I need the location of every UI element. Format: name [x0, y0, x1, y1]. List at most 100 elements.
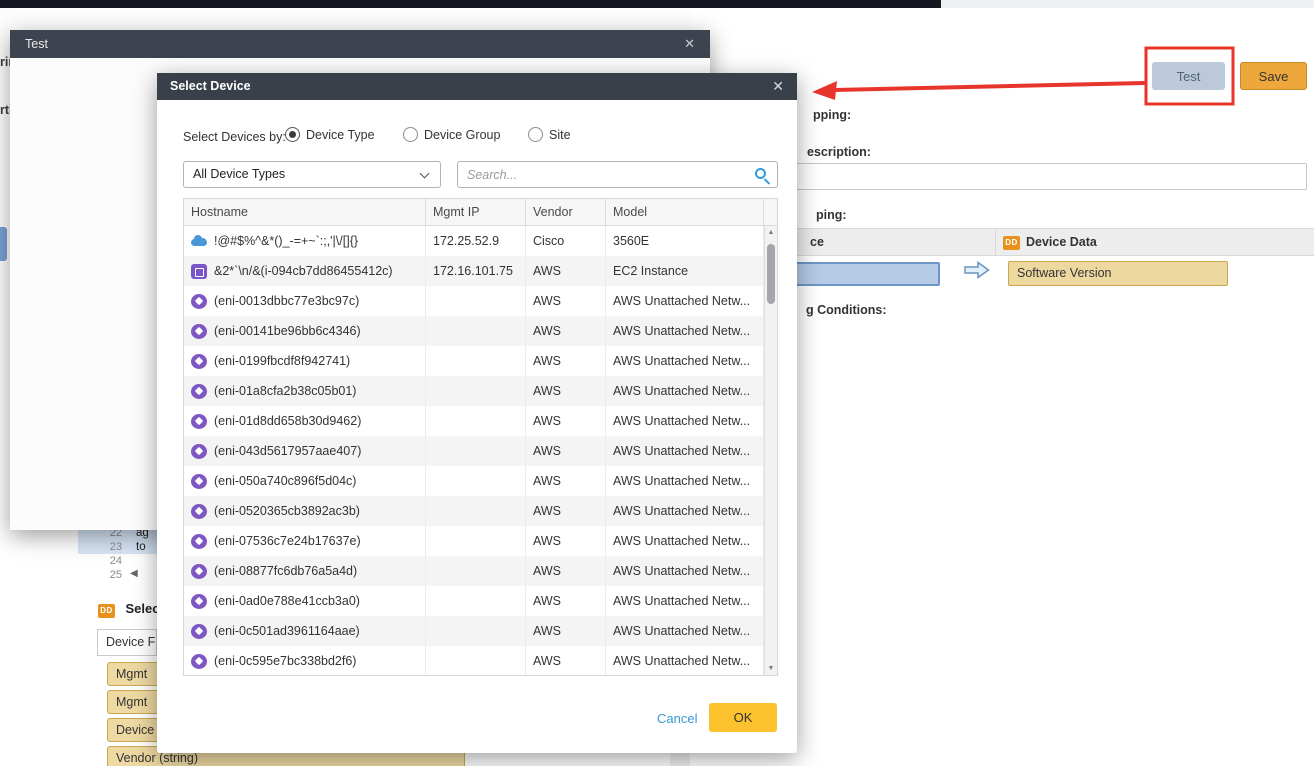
map-arrow-icon [964, 261, 990, 279]
scrollbar-thumb[interactable] [767, 244, 775, 304]
table-row[interactable]: (eni-0c501ad3961164aae) AWS AWS Unattach… [184, 616, 777, 646]
radio-icon [403, 127, 418, 142]
cell-mgmt-ip [426, 466, 526, 496]
cell-hostname: (eni-043d5617957aae407) [184, 436, 426, 466]
cell-mgmt-ip [426, 376, 526, 406]
radio-icon [528, 127, 543, 142]
save-button[interactable]: Save [1240, 62, 1307, 90]
test-button[interactable]: Test [1152, 62, 1225, 90]
cell-hostname: (eni-0ad0e788e41ccb3a0) [184, 586, 426, 616]
device-data-badge: DD [98, 604, 115, 618]
close-icon[interactable]: ✕ [684, 30, 695, 58]
cell-vendor: AWS [526, 286, 606, 316]
table-row[interactable]: (eni-0520365cb3892ac3b) AWS AWS Unattach… [184, 496, 777, 526]
close-icon[interactable]: ✕ [772, 73, 784, 100]
cell-hostname: (eni-0013dbbc77e3bc97c) [184, 286, 426, 316]
table-row[interactable]: (eni-0c595e7bc338bd2f6) AWS AWS Unattach… [184, 646, 777, 676]
tab-label: Device F [106, 635, 155, 649]
radio-selected-icon [285, 127, 300, 142]
radio-site[interactable]: Site [528, 127, 571, 142]
code-text [127, 554, 136, 568]
cell-vendor: AWS [526, 406, 606, 436]
cell-vendor: AWS [526, 616, 606, 646]
cell-model: EC2 Instance [606, 256, 764, 286]
cell-vendor: AWS [526, 256, 606, 286]
table-row[interactable]: (eni-050a740c896f5d04c) AWS AWS Unattach… [184, 466, 777, 496]
mapping-label: pping: [813, 108, 851, 122]
device-data-column-header: Device Data [1026, 235, 1097, 249]
table-row[interactable]: (eni-01a8cfa2b38c05b01) AWS AWS Unattach… [184, 376, 777, 406]
select-section-header: DD Select [98, 600, 164, 618]
cell-model: AWS Unattached Netw... [606, 586, 764, 616]
eni-icon [191, 504, 207, 519]
dialog-header: Select Device ✕ [157, 73, 797, 100]
cell-hostname: (eni-0520365cb3892ac3b) [184, 496, 426, 526]
cell-vendor: AWS [526, 526, 606, 556]
eni-icon [191, 654, 207, 669]
tab-device-fields[interactable]: Device F [97, 629, 157, 656]
device-type-dropdown[interactable]: All Device Types [183, 161, 441, 188]
cell-mgmt-ip [426, 646, 526, 676]
line-number: 24 [78, 554, 127, 568]
cell-mgmt-ip [426, 616, 526, 646]
radio-label: Site [549, 128, 571, 142]
table-row[interactable]: (eni-07536c7e24b17637e) AWS AWS Unattach… [184, 526, 777, 556]
cell-hostname: (eni-0c501ad3961164aae) [184, 616, 426, 646]
eni-icon [191, 444, 207, 459]
scroll-left-icon[interactable]: ◀ [130, 568, 138, 579]
software-version-field[interactable]: Software Version [1008, 261, 1228, 286]
table-scrollbar[interactable]: ▲ ▼ [764, 226, 777, 675]
table-row[interactable]: (eni-01d8dd658b30d9462) AWS AWS Unattach… [184, 406, 777, 436]
cell-vendor: AWS [526, 346, 606, 376]
cell-mgmt-ip [426, 526, 526, 556]
search-icon[interactable] [755, 168, 766, 179]
code-line: 24 [78, 554, 157, 568]
device-table: Hostname Mgmt IP Vendor Model !@#$%^&*()… [183, 198, 778, 676]
column-header-vendor[interactable]: Vendor [526, 199, 606, 225]
cell-mgmt-ip [426, 346, 526, 376]
cell-vendor: AWS [526, 466, 606, 496]
description-input[interactable] [750, 163, 1307, 190]
search-input[interactable] [458, 162, 777, 187]
cell-vendor: AWS [526, 376, 606, 406]
ok-button[interactable]: OK [709, 703, 777, 732]
eni-icon [191, 594, 207, 609]
table-row[interactable]: (eni-08877fc6db76a5a4d) AWS AWS Unattach… [184, 556, 777, 586]
cell-model: AWS Unattached Netw... [606, 406, 764, 436]
radio-device-type[interactable]: Device Type [285, 127, 375, 142]
cell-mgmt-ip [426, 316, 526, 346]
scroll-down-icon[interactable]: ▼ [765, 665, 777, 672]
cell-vendor: AWS [526, 496, 606, 526]
table-row[interactable]: (eni-00141be96bb6c4346) AWS AWS Unattach… [184, 316, 777, 346]
table-row[interactable]: (eni-0ad0e788e41ccb3a0) AWS AWS Unattach… [184, 586, 777, 616]
cell-hostname: (eni-0c595e7bc338bd2f6) [184, 646, 426, 676]
code-editor-fragment: 22 ag 23 to 24 25 [78, 526, 157, 582]
scroll-up-icon[interactable]: ▲ [765, 229, 777, 236]
table-row[interactable]: !@#$%^&*()_-=+~`:;,'|\/[]{} 172.25.52.9 … [184, 226, 777, 256]
application-window: rin rti Test Save pping: escription: pin… [0, 0, 1314, 766]
side-tab[interactable] [0, 227, 7, 261]
cell-model: AWS Unattached Netw... [606, 466, 764, 496]
radio-device-group[interactable]: Device Group [403, 127, 500, 142]
table-row[interactable]: (eni-043d5617957aae407) AWS AWS Unattach… [184, 436, 777, 466]
column-header-hostname[interactable]: Hostname [184, 199, 426, 225]
cell-mgmt-ip [426, 436, 526, 466]
cell-model: AWS Unattached Netw... [606, 526, 764, 556]
eni-icon [191, 384, 207, 399]
table-row[interactable]: &2*`\n/&(i-094cb7dd86455412c) 172.16.101… [184, 256, 777, 286]
column-header-model[interactable]: Model [606, 199, 764, 225]
eni-icon [191, 474, 207, 489]
cell-mgmt-ip [426, 556, 526, 586]
cell-mgmt-ip: 172.16.101.75 [426, 256, 526, 286]
cancel-button[interactable]: Cancel [657, 711, 697, 726]
eni-icon [191, 534, 207, 549]
eni-icon [191, 624, 207, 639]
column-divider [995, 229, 996, 255]
eni-icon [191, 354, 207, 369]
table-row[interactable]: (eni-0199fbcdf8f942741) AWS AWS Unattach… [184, 346, 777, 376]
top-bar [0, 0, 941, 8]
table-row[interactable]: (eni-0013dbbc77e3bc97c) AWS AWS Unattach… [184, 286, 777, 316]
cell-hostname: !@#$%^&*()_-=+~`:;,'|\/[]{} [184, 226, 426, 256]
device-table-rows: !@#$%^&*()_-=+~`:;,'|\/[]{} 172.25.52.9 … [184, 226, 777, 676]
column-header-mgmt-ip[interactable]: Mgmt IP [426, 199, 526, 225]
